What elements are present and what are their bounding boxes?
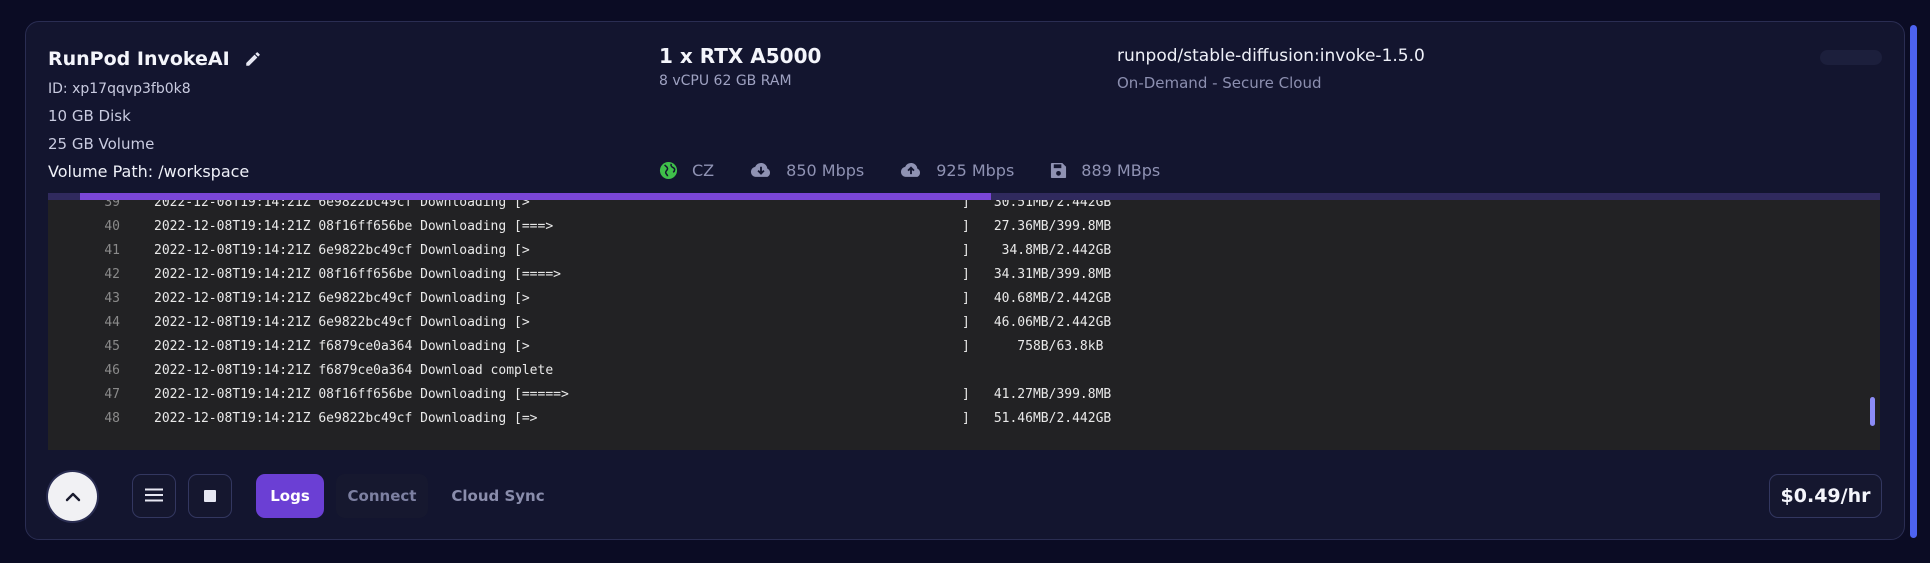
pod-name-row: RunPod InvokeAI: [48, 48, 262, 70]
cloud-download-icon: [750, 162, 772, 178]
stop-icon: [204, 487, 216, 506]
menu-button[interactable]: [132, 474, 176, 518]
disk-speed: 889 MBps: [1081, 160, 1161, 180]
log-line-number: 42: [104, 267, 120, 282]
log-scrollbar[interactable]: [1870, 397, 1875, 426]
hamburger-menu-icon: [145, 487, 163, 506]
chevron-up-icon: [65, 487, 81, 506]
log-line-text: 2022-12-08T19:14:21Z f6879ce0a364 Downlo…: [154, 363, 554, 378]
log-line-bracket: ]: [962, 200, 970, 210]
log-viewer[interactable]: 48 2022-12-08T19:14:21Z 6e9822bc49cf Down…: [48, 200, 1880, 450]
collapse-button[interactable]: [48, 472, 97, 521]
log-line-bracket: ]: [962, 243, 970, 258]
status-pill: [1820, 50, 1882, 65]
cloud-type: On-Demand - Secure Cloud: [1117, 74, 1322, 92]
log-line-size: 41.27MB/399.8MB: [986, 387, 1112, 402]
stop-button[interactable]: [188, 474, 232, 518]
log-line-bracket: ]: [962, 267, 970, 282]
progress-fill: [80, 193, 991, 200]
pod-name: RunPod InvokeAI: [48, 48, 230, 70]
log-line-bracket: ]: [962, 315, 970, 330]
log-line-text: 2022-12-08T19:14:21Z f6879ce0a364 Downlo…: [154, 339, 530, 354]
log-line-text: 2022-12-08T19:14:21Z 6e9822bc49cf Downlo…: [154, 291, 530, 306]
globe-icon: [659, 161, 678, 180]
pod-stats: CZ 850 Mbps 925 Mbps 889 MBps: [659, 158, 1196, 182]
log-line-size: 46.06MB/2.442GB: [986, 315, 1112, 330]
stat-location: CZ: [659, 161, 714, 180]
log-line-size: 40.68MB/2.442GB: [986, 291, 1112, 306]
log-line-size: 27.36MB/399.8MB: [986, 219, 1112, 234]
log-line-number: 43: [104, 291, 120, 306]
log-line-text: 2022-12-08T19:14:21Z 6e9822bc49cf Downlo…: [154, 200, 530, 210]
log-line-number: 44: [104, 315, 120, 330]
log-line-bracket: ]: [962, 339, 970, 354]
log-line-number: 45: [104, 339, 120, 354]
card-accent-bar: [1910, 25, 1917, 538]
log-line-size: 34.8MB/2.442GB: [986, 243, 1112, 258]
download-speed: 850 Mbps: [786, 160, 865, 180]
log-line-bracket: ]: [962, 387, 970, 402]
tab-logs[interactable]: Logs: [256, 474, 324, 518]
log-line-bracket: ]: [962, 291, 970, 306]
log-line-text: 2022-12-08T19:14:21Z 08f16ff656be Downlo…: [154, 267, 561, 282]
stat-upload: 925 Mbps: [900, 161, 1014, 180]
log-line-size: 34.31MB/399.8MB: [986, 267, 1112, 282]
gpu-title: 1 x RTX A5000: [659, 44, 822, 68]
log-line-size: 30.51MB/2.442GB: [986, 200, 1112, 210]
pencil-icon[interactable]: [244, 50, 262, 68]
log-line-text: 2022-12-08T19:14:21Z 08f16ff656be Downlo…: [154, 219, 554, 234]
log-line-number: 47: [104, 387, 120, 402]
stat-disk: 889 MBps: [1050, 161, 1160, 180]
container-image: runpod/stable-diffusion:invoke-1.5.0: [1117, 46, 1425, 66]
log-line-bracket: ]: [962, 219, 970, 234]
stat-download: 850 Mbps: [750, 161, 864, 180]
location-label: CZ: [692, 160, 715, 180]
upload-speed: 925 Mbps: [936, 160, 1015, 180]
pod-disk: 10 GB Disk: [48, 107, 131, 125]
log-line-size: 51.46MB/2.442GB: [986, 411, 1112, 426]
log-line-bracket: ]: [962, 411, 970, 426]
log-line-number: 41: [104, 243, 120, 258]
pod-id: ID: xp17qqvp3fb0k8: [48, 81, 191, 97]
floppy-disk-icon: [1050, 162, 1067, 179]
price-badge: $0.49/hr: [1769, 474, 1882, 518]
log-line-text: 2022-12-08T19:14:21Z 6e9822bc49cf Downlo…: [154, 411, 538, 426]
pod-volume-path: Volume Path: /workspace: [48, 162, 250, 181]
log-line-text: 2022-12-08T19:14:21Z 6e9822bc49cf Downlo…: [154, 315, 530, 330]
log-line-text: 2022-12-08T19:14:21Z 08f16ff656be Downlo…: [154, 387, 569, 402]
log-line-number: 48: [104, 411, 120, 426]
gpu-specs: 8 vCPU 62 GB RAM: [659, 73, 792, 89]
log-line-number: 46: [104, 363, 120, 378]
pod-volume: 25 GB Volume: [48, 135, 155, 153]
tab-connect[interactable]: Connect: [336, 474, 428, 518]
tab-cloud-sync[interactable]: Cloud Sync: [444, 474, 552, 518]
log-line-size: 758B/63.8kB: [986, 339, 1104, 354]
log-line-number: 40: [104, 219, 120, 234]
log-line-text: 2022-12-08T19:14:21Z 6e9822bc49cf Downlo…: [154, 243, 530, 258]
log-line-number: 39: [104, 200, 120, 210]
cloud-upload-icon: [900, 162, 922, 178]
